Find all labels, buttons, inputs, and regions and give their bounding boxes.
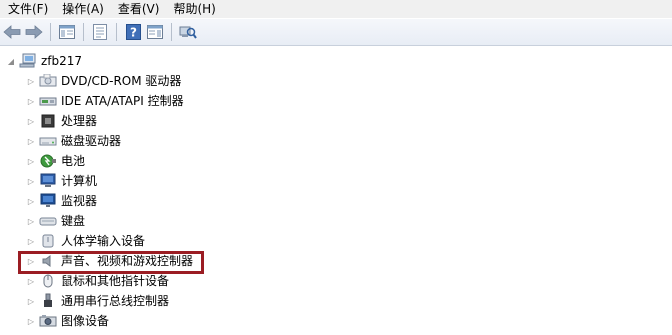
usb-icon — [39, 292, 57, 310]
toolbar-separator — [116, 23, 117, 41]
toolbar-separator — [171, 23, 172, 41]
back-icon — [3, 25, 21, 39]
back-button[interactable] — [2, 22, 22, 42]
menu-file[interactable]: 文件(F) — [0, 0, 54, 18]
battery-icon — [39, 152, 57, 170]
mouse-icon — [39, 272, 57, 290]
camera-icon — [39, 312, 57, 330]
computer-monitor-icon — [39, 172, 57, 190]
tree-item[interactable]: ▷ DVD/CD-ROM 驱动器 — [26, 71, 181, 91]
scan-hardware-button[interactable] — [178, 22, 198, 42]
tree-root-node[interactable]: ◢ zfb217 — [6, 51, 82, 71]
tree-item-label: 通用串行总线控制器 — [61, 294, 170, 308]
console-tree-button[interactable] — [57, 22, 77, 42]
tree-item[interactable]: ▷ 处理器 — [26, 111, 97, 131]
action-pane-button[interactable] — [145, 22, 165, 42]
menu-action[interactable]: 操作(A) — [54, 0, 110, 18]
expand-icon[interactable]: ▷ — [26, 311, 36, 331]
expand-icon[interactable]: ▷ — [26, 231, 36, 251]
tree-item-label: 鼠标和其他指针设备 — [61, 274, 170, 288]
expand-icon[interactable]: ▷ — [26, 191, 36, 211]
expand-icon[interactable]: ▷ — [26, 91, 36, 111]
properties-icon — [93, 24, 107, 40]
tree-item-label: 图像设备 — [61, 314, 110, 328]
tree-item[interactable]: ▷ 磁盘驱动器 — [26, 131, 121, 151]
toolbar: ? — [0, 19, 672, 46]
expand-icon[interactable]: ▷ — [26, 71, 36, 91]
collapse-icon[interactable]: ◢ — [6, 51, 16, 71]
tree-item[interactable]: ▷ 鼠标和其他指针设备 — [26, 271, 169, 291]
tree-item[interactable]: ▷ IDE ATA/ATAPI 控制器 — [26, 91, 184, 111]
menu-bar: 文件(F) 操作(A) 查看(V) 帮助(H) — [0, 0, 672, 18]
expand-icon[interactable]: ▷ — [26, 151, 36, 171]
menu-view[interactable]: 查看(V) — [110, 0, 166, 18]
highlight-box — [18, 251, 204, 274]
tree-item-label: 监视器 — [61, 194, 98, 208]
help-button[interactable]: ? — [123, 22, 143, 42]
toolbar-separator — [83, 23, 84, 41]
tree-item-label: 磁盘驱动器 — [61, 134, 122, 148]
dvd-drive-icon — [39, 72, 57, 90]
expand-icon[interactable]: ▷ — [26, 171, 36, 191]
expand-icon[interactable]: ▷ — [26, 131, 36, 151]
toolbar-separator — [50, 23, 51, 41]
tree-item-label: 电池 — [61, 154, 86, 168]
console-tree-icon — [59, 25, 75, 39]
tree-item[interactable]: ▷ 键盘 — [26, 211, 85, 231]
device-tree: ◢ zfb217 ▷ DVD/CD-ROM 驱动器 ▷ IDE ATA/ATAP… — [0, 46, 672, 335]
forward-icon — [25, 25, 43, 39]
tree-item-label: IDE ATA/ATAPI 控制器 — [61, 94, 184, 108]
svg-text:?: ? — [130, 26, 137, 40]
tree-item[interactable]: ▷ 通用串行总线控制器 — [26, 291, 169, 311]
tree-item[interactable]: ▷ 电池 — [26, 151, 85, 171]
processor-icon — [39, 112, 57, 130]
tree-item-label: 处理器 — [61, 114, 98, 128]
tree-root-label: zfb217 — [41, 54, 83, 68]
scan-hardware-icon — [179, 26, 197, 39]
tree-item-label: 人体学输入设备 — [61, 234, 146, 248]
computer-icon — [19, 52, 37, 70]
ide-controller-icon — [39, 92, 57, 110]
expand-icon[interactable]: ▷ — [26, 291, 36, 311]
action-pane-icon — [147, 25, 163, 39]
keyboard-icon — [39, 212, 57, 230]
hid-icon — [39, 232, 57, 250]
tree-item-label: 计算机 — [61, 174, 98, 188]
menu-help[interactable]: 帮助(H) — [165, 0, 221, 18]
tree-item[interactable]: ▷ 图像设备 — [26, 311, 109, 331]
tree-item[interactable]: ▷ 计算机 — [26, 171, 97, 191]
forward-button[interactable] — [24, 22, 44, 42]
monitor-icon — [39, 192, 57, 210]
properties-button[interactable] — [90, 22, 110, 42]
tree-item[interactable]: ▷ 监视器 — [26, 191, 97, 211]
tree-item-label: 键盘 — [61, 214, 86, 228]
expand-icon[interactable]: ▷ — [26, 271, 36, 291]
device-manager-window: 文件(F) 操作(A) 查看(V) 帮助(H) ? ◢ zfb217 ▷ DVD… — [0, 0, 672, 335]
help-icon: ? — [125, 24, 141, 40]
expand-icon[interactable]: ▷ — [26, 111, 36, 131]
expand-icon[interactable]: ▷ — [26, 211, 36, 231]
tree-item-label: DVD/CD-ROM 驱动器 — [61, 74, 182, 88]
disk-drive-icon — [39, 132, 57, 150]
tree-item[interactable]: ▷ 人体学输入设备 — [26, 231, 145, 251]
